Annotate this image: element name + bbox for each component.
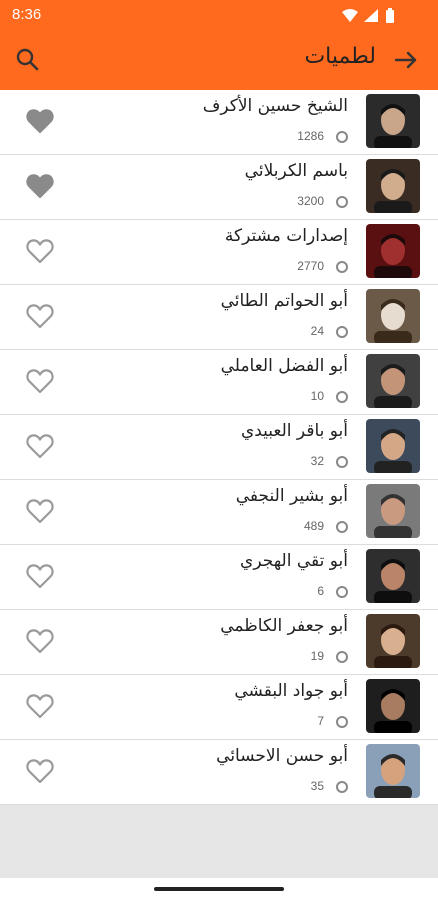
favorite-button[interactable]: [26, 108, 54, 134]
artist-row[interactable]: أبو باقر العبيدي 32: [0, 415, 438, 480]
artist-name: أبو بشير النجفي: [235, 486, 348, 506]
heart-icon: [26, 759, 54, 784]
artist-avatar: [366, 354, 420, 408]
circle-icon: [336, 131, 348, 143]
favorite-button[interactable]: [26, 238, 54, 264]
artist-avatar: [366, 419, 420, 473]
app-bar: لطميات: [0, 30, 438, 90]
favorite-button[interactable]: [26, 693, 54, 719]
heart-icon: [26, 239, 54, 264]
heart-icon: [26, 629, 54, 654]
track-count-value: 35: [310, 779, 324, 793]
favorite-button[interactable]: [26, 563, 54, 589]
artist-row[interactable]: أبو بشير النجفي 489: [0, 480, 438, 545]
artist-avatar: [366, 549, 420, 603]
favorite-button[interactable]: [26, 498, 54, 524]
circle-icon: [336, 326, 348, 338]
artist-name: أبو تقي الهجري: [240, 551, 348, 571]
artist-row[interactable]: إصدارات مشتركة 2770: [0, 220, 438, 285]
heart-icon: [26, 304, 54, 329]
artist-name: أبو جواد البقشي: [234, 681, 348, 701]
circle-icon: [336, 781, 348, 793]
artist-avatar: [366, 289, 420, 343]
artist-row[interactable]: باسم الكربلائي 3200: [0, 155, 438, 220]
track-count-value: 6: [317, 584, 324, 598]
artist-name: أبو جعفر الكاظمي: [220, 616, 348, 636]
status-icons: [340, 8, 410, 28]
status-time: 8:36: [12, 6, 42, 23]
favorite-button[interactable]: [26, 173, 54, 199]
artist-name: باسم الكربلائي: [244, 161, 348, 181]
artist-name: أبو الفضل العاملي: [220, 356, 348, 376]
artist-name: الشيخ حسين الأكرف: [202, 96, 348, 116]
battery-icon: [386, 8, 394, 23]
circle-icon: [336, 651, 348, 663]
heart-icon: [26, 499, 54, 524]
circle-icon: [336, 521, 348, 533]
heart-icon: [26, 174, 54, 199]
artist-row[interactable]: أبو جواد البقشي 7: [0, 675, 438, 740]
back-button[interactable]: [390, 44, 422, 76]
artist-avatar: [366, 614, 420, 668]
track-count-value: 3200: [297, 194, 324, 208]
circle-icon: [336, 456, 348, 468]
heart-icon: [26, 564, 54, 589]
artist-row[interactable]: أبو تقي الهجري 6: [0, 545, 438, 610]
track-count-value: 7: [317, 714, 324, 728]
artist-avatar: [366, 159, 420, 213]
circle-icon: [336, 586, 348, 598]
heart-icon: [26, 109, 54, 134]
artist-avatar: [366, 484, 420, 538]
artist-row[interactable]: أبو الفضل العاملي 10: [0, 350, 438, 415]
artist-avatar: [366, 744, 420, 798]
artist-avatar: [366, 224, 420, 278]
artist-row[interactable]: الشيخ حسين الأكرف 1286: [0, 90, 438, 155]
artist-avatar: [366, 679, 420, 733]
heart-icon: [26, 369, 54, 394]
home-gesture-handle[interactable]: [154, 887, 284, 891]
track-count-value: 10: [310, 389, 324, 403]
search-icon: [16, 48, 39, 71]
favorite-button[interactable]: [26, 758, 54, 784]
artist-row[interactable]: أبو جعفر الكاظمي 19: [0, 610, 438, 675]
heart-icon: [26, 694, 54, 719]
artist-name: إصدارات مشتركة: [224, 226, 348, 246]
navigation-bar: [0, 878, 438, 900]
circle-icon: [336, 196, 348, 208]
status-bar: 8:36: [0, 0, 438, 30]
artist-row[interactable]: أبو الحواتم الطائي 24: [0, 285, 438, 350]
track-count-value: 24: [310, 324, 324, 338]
search-button[interactable]: [12, 44, 44, 76]
wifi-icon: [342, 9, 358, 22]
track-count-value: 1286: [297, 129, 324, 143]
arrow-forward-icon: [394, 51, 417, 69]
signal-icon: [364, 9, 378, 22]
track-count-value: 2770: [297, 259, 324, 273]
favorite-button[interactable]: [26, 433, 54, 459]
favorite-button[interactable]: [26, 303, 54, 329]
page-title: لطميات: [304, 44, 376, 69]
track-count-value: 32: [310, 454, 324, 468]
track-count-value: 489: [303, 519, 324, 533]
artist-list: الشيخ حسين الأكرف 1286 باسم الكربلائي 3200 إ…: [0, 90, 438, 805]
track-count-value: 19: [310, 649, 324, 663]
circle-icon: [336, 391, 348, 403]
artist-name: أبو الحواتم الطائي: [220, 291, 348, 311]
circle-icon: [336, 261, 348, 273]
artist-name: أبو حسن الاحسائي: [216, 746, 348, 766]
artist-row[interactable]: أبو حسن الاحسائي 35: [0, 740, 438, 805]
favorite-button[interactable]: [26, 628, 54, 654]
circle-icon: [336, 716, 348, 728]
heart-icon: [26, 434, 54, 459]
favorite-button[interactable]: [26, 368, 54, 394]
artist-avatar: [366, 94, 420, 148]
artist-name: أبو باقر العبيدي: [240, 421, 348, 441]
